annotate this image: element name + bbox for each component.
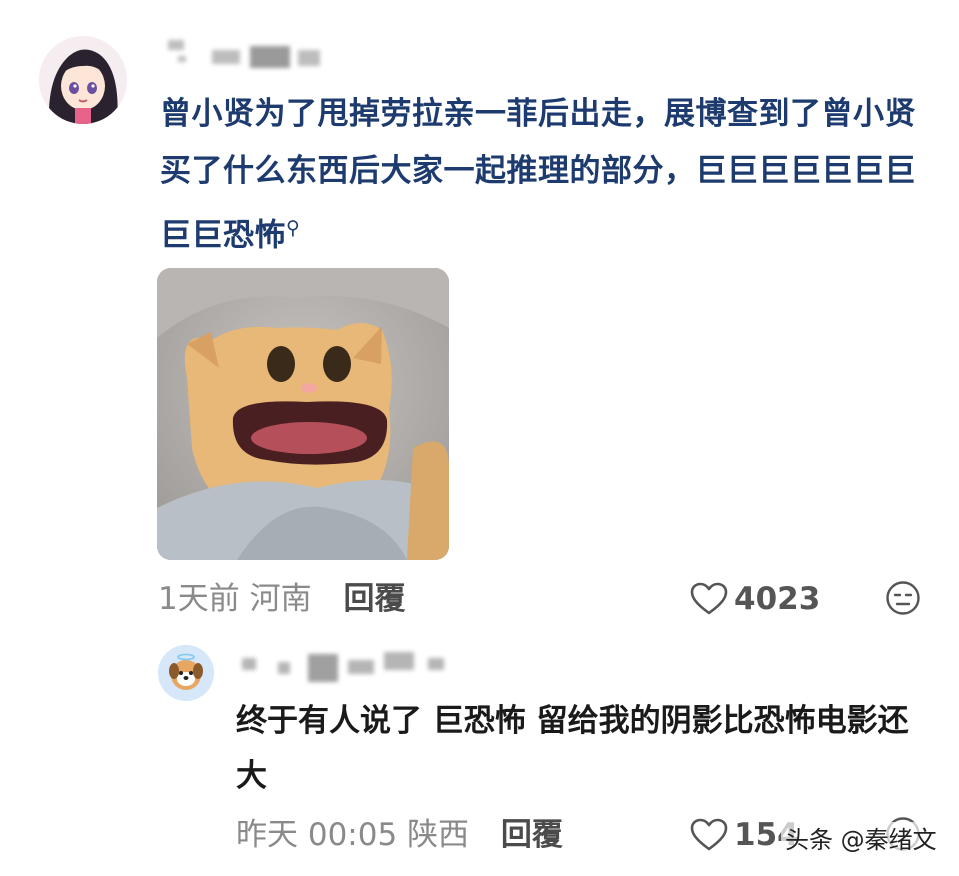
replier-name-blurred[interactable] (238, 648, 458, 684)
like-button[interactable]: 4023 (690, 576, 820, 622)
reply-reply-button[interactable]: 回覆 (501, 817, 563, 853)
comment-body: 曾小贤为了甩掉劳拉亲一菲后出走，展博查到了曾小贤买了什么东西后大家一起推理的部分… (160, 96, 916, 254)
replier-avatar[interactable] (158, 645, 214, 701)
search-icon[interactable]: ⚲ (286, 217, 300, 239)
heart-icon (690, 582, 728, 615)
heart-icon (690, 818, 728, 851)
neutral-face-icon[interactable] (885, 580, 921, 616)
comment-image-cat[interactable] (157, 268, 449, 560)
reply-time: 昨天 00:05 (236, 817, 398, 853)
commenter-name-blurred[interactable] (160, 34, 340, 78)
comment-time: 1天前 (158, 581, 240, 617)
reply-button[interactable]: 回覆 (343, 581, 405, 617)
watermark: 头条 @秦绪文 (781, 822, 941, 858)
comment-location: 河南 (249, 581, 312, 617)
like-count: 4023 (734, 581, 821, 617)
comment-text: 曾小贤为了甩掉劳拉亲一菲后出走，展博查到了曾小贤买了什么东西后大家一起推理的部分… (160, 86, 940, 264)
comment-meta: 1天前 河南 回覆 (158, 576, 405, 622)
commenter-avatar[interactable] (39, 36, 127, 124)
reply-meta: 昨天 00:05 陕西 回覆 (236, 812, 563, 858)
reply-location: 陕西 (407, 817, 470, 853)
reply-text: 终于有人说了 巨恐怖 留给我的阴影比恐怖电影还大 (236, 703, 909, 794)
